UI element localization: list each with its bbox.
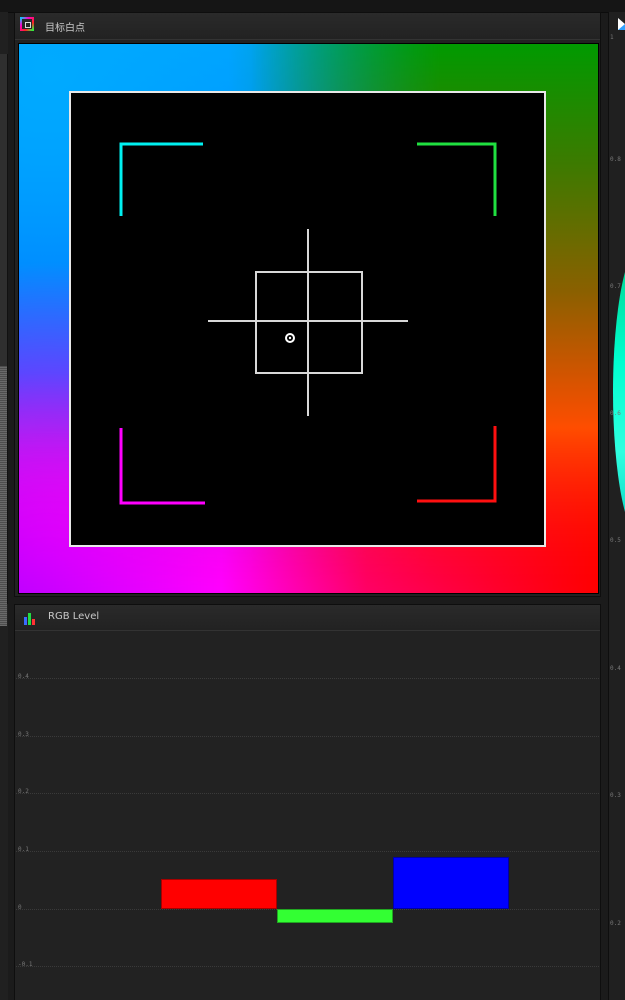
right-axis-tick-label: 0.5 bbox=[610, 537, 621, 544]
right-axis-tick-label: 0.8 bbox=[610, 156, 621, 163]
target-panel-header: 目标白点 bbox=[15, 13, 600, 40]
rgb-level-chart: -0.1 0 0.1 0.2 0.3 0.4 bbox=[16, 632, 599, 1000]
rgb-panel-title: RGB Level bbox=[48, 611, 100, 622]
y-tick-label: -0.1 bbox=[18, 961, 33, 969]
gridline bbox=[16, 966, 599, 968]
target-icon bbox=[20, 17, 34, 31]
y-tick-label: 0.1 bbox=[18, 846, 29, 854]
y-tick-label: 0.4 bbox=[18, 673, 29, 681]
white-point-marker-dot bbox=[288, 336, 292, 340]
target-overlay-svg bbox=[69, 91, 546, 547]
right-axis-tick-label: 0.4 bbox=[610, 665, 621, 672]
y-tick-label: 0.3 bbox=[18, 730, 29, 738]
bar-g bbox=[277, 908, 393, 924]
bar-chart-icon bbox=[24, 613, 38, 625]
rgb-level-panel: RGB Level -0.1 0 0.1 0.2 0.3 0.4 bbox=[14, 604, 601, 1000]
right-axis-tick-label: 0.6 bbox=[610, 410, 621, 417]
bar-b bbox=[393, 856, 509, 909]
y-tick-label: 0.2 bbox=[18, 788, 29, 796]
target-white-point-panel: 目标白点 bbox=[14, 12, 601, 597]
gridline bbox=[16, 735, 599, 737]
left-side-panel bbox=[0, 12, 8, 1000]
right-axis-tick-label: 1 bbox=[610, 34, 614, 41]
target-panel-title: 目标白点 bbox=[45, 23, 85, 34]
left-scrollbar-thumb[interactable] bbox=[0, 366, 7, 626]
gridline bbox=[16, 678, 599, 680]
rgb-panel-header: RGB Level bbox=[15, 605, 600, 631]
y-tick-label: 0 bbox=[18, 903, 22, 911]
chromaticity-icon bbox=[618, 18, 625, 30]
left-scrollbar[interactable] bbox=[0, 54, 8, 626]
right-axis-tick-label: 0.3 bbox=[610, 792, 621, 799]
chromaticity-panel-edge: 1 0.8 0.7 0.6 0.5 0.4 0.3 0.2 bbox=[608, 12, 625, 1000]
gridline bbox=[16, 851, 599, 853]
bar-r bbox=[161, 878, 277, 909]
right-axis-tick-label: 0.7 bbox=[610, 283, 621, 290]
app-window: 目标白点 RGB Level -0.1 0 0.1 0.2 0.3 0.4 1 … bbox=[0, 0, 625, 1000]
right-axis-tick-label: 0.2 bbox=[610, 920, 621, 927]
color-gradient-field[interactable] bbox=[18, 43, 599, 594]
gridline bbox=[16, 793, 599, 795]
